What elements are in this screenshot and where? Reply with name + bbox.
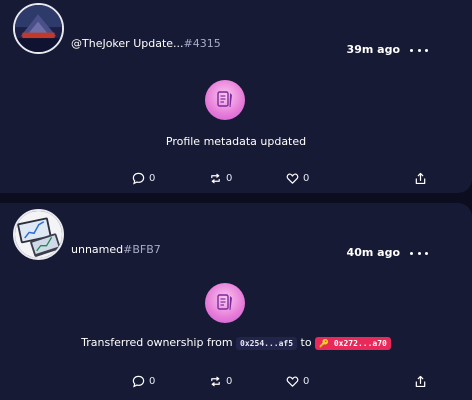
post-timestamp: 40m ago <box>346 246 400 259</box>
transfer-event-icon <box>205 283 245 323</box>
share-icon <box>415 172 426 185</box>
post-timestamp: 39m ago <box>346 43 400 56</box>
comment-count: 0 <box>149 376 156 387</box>
comment-icon <box>132 375 145 388</box>
more-options-icon[interactable] <box>410 45 428 55</box>
share-button[interactable] <box>414 375 427 388</box>
repost-button[interactable]: 0 <box>209 172 232 185</box>
like-button[interactable]: 0 <box>286 375 309 388</box>
repost-icon <box>211 376 220 387</box>
post-author[interactable]: unnamed#BFB7 <box>71 243 161 256</box>
author-tag: #4315 <box>183 37 221 50</box>
post-author[interactable]: @TheJoker Update...#4315 <box>71 37 221 50</box>
comment-button[interactable]: 0 <box>132 375 155 388</box>
user-avatar[interactable] <box>13 3 64 54</box>
repost-count: 0 <box>226 173 233 184</box>
like-count: 0 <box>303 376 310 387</box>
from-address-chip[interactable]: 0x254...af5 <box>236 336 298 350</box>
repost-icon <box>211 173 220 184</box>
author-handle[interactable]: @TheJoker Update... <box>71 37 184 50</box>
message-to: to <box>300 336 312 349</box>
message-prefix: Transferred ownership from <box>81 336 233 349</box>
feed-post[interactable]: unnamed#BFB7 40m ago Transferred ownersh… <box>0 203 472 400</box>
user-avatar[interactable] <box>13 209 64 260</box>
comment-count: 0 <box>149 173 156 184</box>
post-actions: 0 0 0 <box>0 172 472 188</box>
heart-icon <box>286 173 299 184</box>
repost-count: 0 <box>226 376 233 387</box>
feed-post[interactable]: @TheJoker Update...#4315 39m ago Profile… <box>0 0 472 193</box>
more-options-icon[interactable] <box>410 248 428 258</box>
share-button[interactable] <box>414 172 427 185</box>
repost-button[interactable]: 0 <box>209 375 232 388</box>
post-message: Profile metadata updated <box>165 135 307 148</box>
metadata-event-icon <box>205 80 245 120</box>
post-message: Transferred ownership from 0x254...af5 t… <box>0 336 472 350</box>
comment-button[interactable]: 0 <box>132 172 155 185</box>
share-icon <box>415 375 426 388</box>
comment-icon <box>132 172 145 185</box>
like-count: 0 <box>303 173 310 184</box>
author-handle[interactable]: unnamed <box>71 243 123 256</box>
author-tag: #BFB7 <box>123 243 161 256</box>
like-button[interactable]: 0 <box>286 172 309 185</box>
post-actions: 0 0 0 <box>0 375 472 391</box>
heart-icon <box>286 376 299 387</box>
to-address-chip[interactable]: 🔑 0x272...a70 <box>315 336 391 350</box>
